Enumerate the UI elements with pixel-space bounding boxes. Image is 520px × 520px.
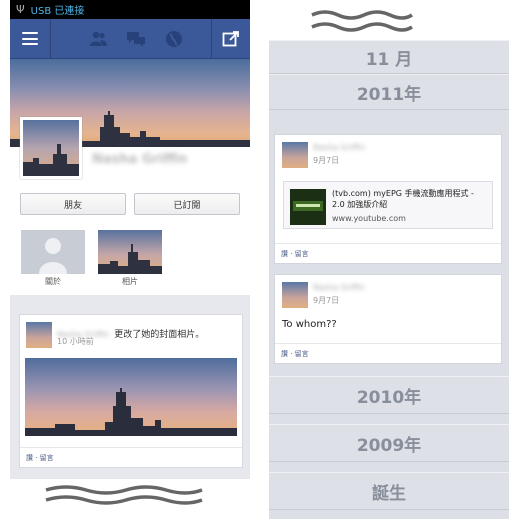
usb-status-text: USB 已連接 bbox=[30, 6, 85, 17]
share-icon[interactable] bbox=[222, 30, 240, 48]
post-date: 9月7日 bbox=[313, 296, 340, 305]
post-card: Nasha Griffin 更改了她的封面相片。 10 小時前 讚 · 留言 bbox=[19, 314, 243, 468]
usb-icon: Ψ bbox=[16, 3, 25, 16]
author-name[interactable]: Nasha Griffin bbox=[313, 283, 365, 292]
post-text: To whom?? bbox=[282, 319, 337, 330]
author-avatar[interactable] bbox=[282, 282, 308, 308]
divider bbox=[50, 19, 51, 59]
timeline-birth[interactable]: 誕生 bbox=[269, 472, 509, 510]
profile-actions: 朋友 已訂閱 bbox=[10, 183, 250, 223]
divider bbox=[211, 19, 212, 59]
post-action-text: 更改了她的封面相片。 bbox=[114, 330, 205, 340]
continuation-wave bbox=[45, 485, 203, 505]
author-avatar[interactable] bbox=[26, 322, 52, 348]
photo-skyline bbox=[25, 388, 237, 436]
photos-label: 相片 bbox=[122, 277, 138, 286]
post-cover-photo[interactable] bbox=[25, 358, 237, 436]
photo-skyline bbox=[98, 244, 162, 274]
author-avatar[interactable] bbox=[282, 142, 308, 168]
timeline-year-2011[interactable]: 2011年 bbox=[269, 74, 509, 110]
link-url: www.youtube.com bbox=[332, 214, 406, 223]
timeline-month-header[interactable]: 11 月 bbox=[269, 40, 509, 74]
post-card: Nasha Griffin 9月7日 (tvb.com) myEPG 手機流動應… bbox=[274, 134, 502, 264]
about-tile[interactable] bbox=[21, 230, 85, 274]
shared-link[interactable]: (tvb.com) myEPG 手機流動應用程式 - 2.0 加強版介紹 www… bbox=[283, 181, 493, 229]
profile-picture[interactable] bbox=[20, 117, 82, 179]
globe-icon[interactable] bbox=[164, 29, 184, 49]
profile-name: Nasha Griffin bbox=[92, 152, 188, 167]
like-comment-bar[interactable]: 讚 · 留言 bbox=[275, 343, 501, 363]
menu-icon[interactable] bbox=[22, 32, 38, 45]
right-phone-screen: 11 月 2011年 Nasha Griffin 9月7日 (tvb.com) … bbox=[269, 40, 509, 519]
like-comment-bar[interactable]: 讚 · 留言 bbox=[275, 243, 501, 263]
status-bar: Ψ USB 已連接 bbox=[10, 0, 250, 19]
about-label: 關於 bbox=[45, 277, 61, 286]
author-name[interactable]: Nasha Griffin bbox=[313, 143, 365, 152]
person-silhouette-icon bbox=[39, 238, 67, 274]
post-date: 9月7日 bbox=[313, 156, 340, 165]
subscribed-button[interactable]: 已訂閱 bbox=[134, 193, 240, 215]
timeline-year-2009[interactable]: 2009年 bbox=[269, 424, 509, 462]
like-comment-bar[interactable]: 讚 · 留言 bbox=[20, 447, 242, 467]
left-phone-screen: Ψ USB 已連接 Nasha Griffin 朋友 已訂閱 關於 相片 Nas… bbox=[10, 0, 250, 479]
post-card: Nasha Griffin 9月7日 To whom?? 讚 · 留言 bbox=[274, 274, 502, 364]
messages-icon[interactable] bbox=[126, 29, 146, 49]
continuation-wave bbox=[311, 10, 413, 32]
profile-tiles: 關於 相片 bbox=[10, 223, 250, 295]
link-thumbnail bbox=[290, 189, 326, 225]
facebook-top-bar bbox=[10, 19, 250, 59]
timeline-year-2010[interactable]: 2010年 bbox=[269, 376, 509, 414]
photos-tile[interactable] bbox=[98, 230, 162, 274]
friends-button[interactable]: 朋友 bbox=[20, 193, 126, 215]
friends-icon[interactable] bbox=[88, 29, 108, 49]
link-title[interactable]: (tvb.com) myEPG 手機流動應用程式 - 2.0 加強版介紹 bbox=[332, 188, 488, 210]
post-time: 10 小時前 bbox=[57, 337, 94, 346]
